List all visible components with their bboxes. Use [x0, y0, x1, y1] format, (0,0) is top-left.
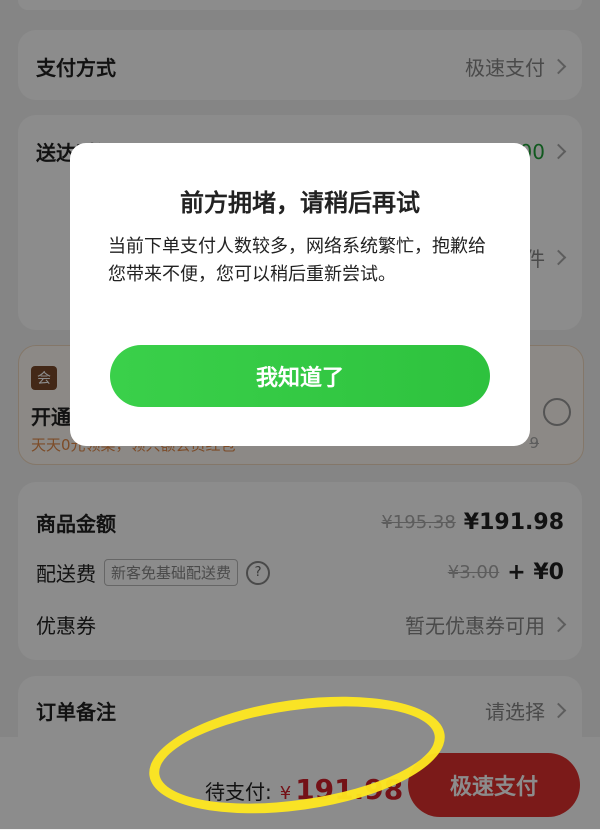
- dialog-title: 前方拥堵，请稍后再试: [180, 189, 420, 217]
- acknowledge-button[interactable]: 我知道了: [110, 345, 490, 407]
- dialog-message: 当前下单支付人数较多，网络系统繁忙，抱歉给您带来不便，您可以稍后重新尝试。: [108, 236, 486, 285]
- error-dialog: 前方拥堵，请稍后再试 当前下单支付人数较多，网络系统繁忙，抱歉给您带来不便，您可…: [70, 143, 530, 446]
